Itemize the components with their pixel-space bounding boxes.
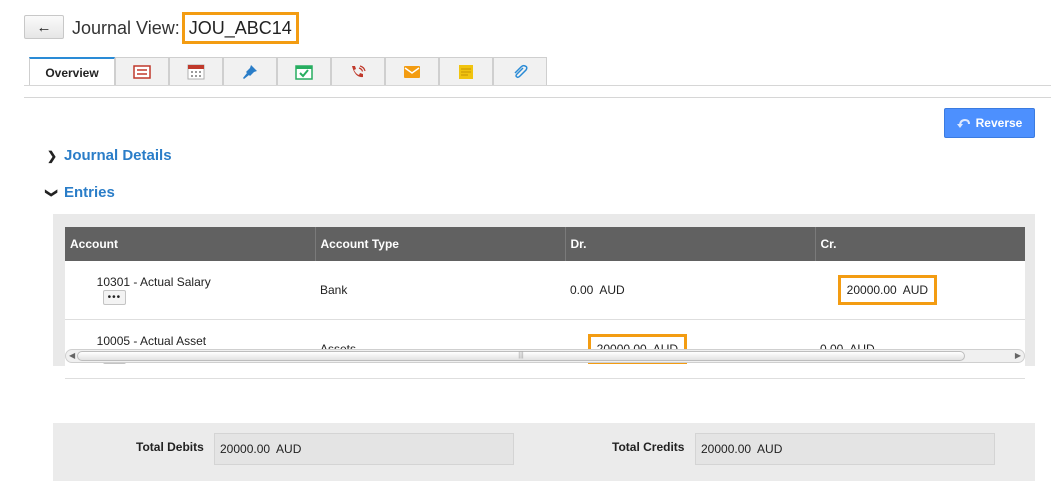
total-credits-value: 20000.00 AUD (701, 442, 783, 456)
back-button[interactable]: ← (24, 15, 64, 39)
reverse-label: Reverse (975, 116, 1023, 130)
record-id: JOU_ABC14 (181, 12, 299, 44)
total-debits-value: 20000.00 AUD (220, 442, 302, 456)
entries-header-row: Account Account Type Dr. Cr. (65, 227, 1025, 261)
scrollbar-thumb[interactable]: ||| (77, 351, 965, 361)
col-account-type[interactable]: Account Type (315, 227, 566, 261)
credit-highlight: 20000.00 AUD (837, 275, 938, 305)
undo-icon (956, 118, 970, 128)
total-debits-field: 20000.00 AUD (214, 433, 514, 465)
back-arrow-icon: ← (36, 18, 52, 36)
note-icon (459, 65, 473, 79)
col-credit[interactable]: Cr. (815, 227, 1025, 261)
pin-icon (243, 65, 257, 79)
col-debit[interactable]: Dr. (565, 227, 816, 261)
tab-bar: Overview (29, 57, 547, 86)
entries-title: Entries (64, 184, 115, 201)
credit-cell: 20000.00 AUD (815, 261, 1025, 320)
chevron-down-icon: ❯ (45, 187, 59, 198)
tab-calendar[interactable] (169, 57, 223, 86)
account-type-cell: Bank (315, 261, 565, 320)
journal-details-toggle[interactable]: ❯ Journal Details (46, 147, 172, 164)
tab-list[interactable] (115, 57, 169, 86)
entries-toggle[interactable]: ❯ Entries (45, 184, 115, 201)
tab-calls[interactable] (331, 57, 385, 86)
chevron-right-icon: ❯ (46, 148, 58, 163)
account-cell: 10301 - Actual Salary ••• (65, 261, 315, 320)
reverse-button[interactable]: Reverse (944, 108, 1035, 138)
account-name[interactable]: 10301 - Actual Salary (97, 275, 211, 289)
tab-pin[interactable] (223, 57, 277, 86)
debit-cell: 0.00 AUD (565, 261, 815, 320)
tab-overview[interactable]: Overview (29, 57, 115, 86)
horizontal-scrollbar[interactable]: ◀ ||| ▶ (65, 349, 1025, 363)
content-divider (24, 97, 1051, 98)
scroll-right-icon[interactable]: ▶ (1015, 350, 1021, 362)
journal-details-title: Journal Details (64, 147, 172, 164)
tab-attachments[interactable] (493, 57, 547, 86)
tab-tasks[interactable] (277, 57, 331, 86)
page-title: Journal View: JOU_ABC14 (72, 12, 299, 44)
tab-notes[interactable] (439, 57, 493, 86)
account-name[interactable]: 10005 - Actual Asset (97, 334, 206, 348)
phone-icon (352, 65, 366, 78)
email-icon (404, 66, 420, 78)
total-credits-field: 20000.00 AUD (695, 433, 995, 465)
col-account[interactable]: Account (65, 227, 316, 261)
scroll-left-icon[interactable]: ◀ (69, 350, 75, 362)
more-options-button[interactable]: ••• (102, 289, 127, 305)
task-check-icon (295, 65, 313, 80)
total-debits-label: Total Debits (136, 440, 204, 454)
total-credits-label: Total Credits (612, 440, 685, 454)
attachment-icon (514, 64, 528, 79)
list-icon (133, 65, 151, 79)
page-title-prefix: Journal View: (72, 17, 180, 38)
calendar-icon (187, 64, 205, 80)
table-row: 10301 - Actual Salary ••• Bank 0.00 AUD … (65, 261, 1025, 320)
tab-overview-label: Overview (45, 65, 99, 80)
tab-email[interactable] (385, 57, 439, 86)
tabs-divider (24, 85, 1051, 86)
